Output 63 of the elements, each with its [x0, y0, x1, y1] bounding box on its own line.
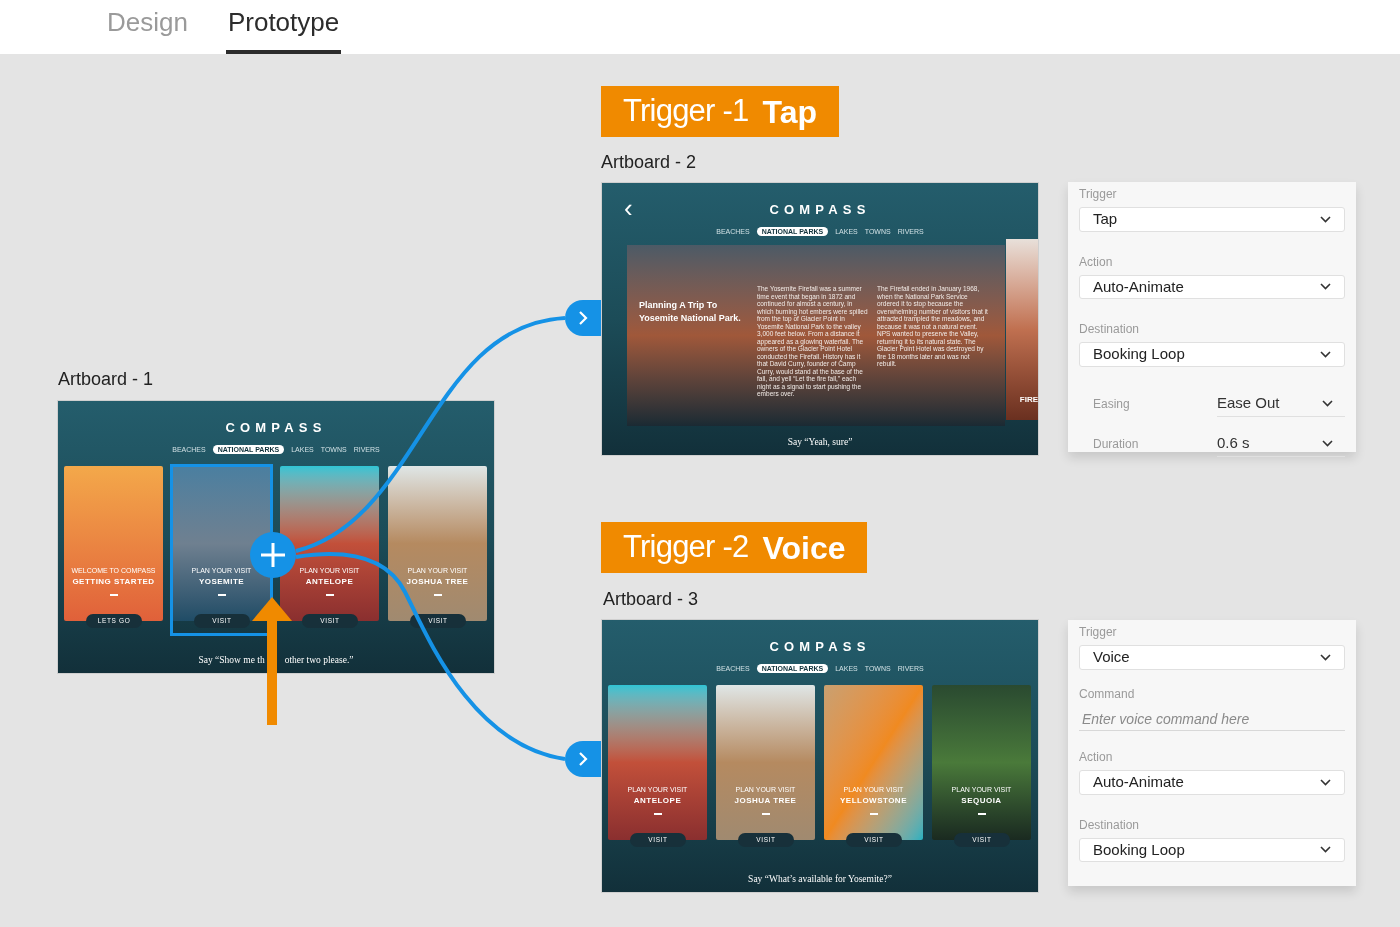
dash-mark: [761, 813, 770, 815]
dropdown[interactable]: Ease Out: [1217, 390, 1345, 417]
dropdown[interactable]: Auto-Animate: [1079, 274, 1345, 299]
card-title: ANTELOPE: [305, 578, 354, 586]
dropdown[interactable]: 0.6 s: [1217, 430, 1345, 457]
voice-prompt: other two please.”: [284, 653, 354, 667]
voice-prompt: Say “What’s available for Yosemite?”: [748, 872, 892, 886]
chevron-down-icon: [1320, 283, 1331, 291]
dropdown[interactable]: Auto-Animate: [1079, 770, 1345, 795]
app-title: COMPASS: [769, 203, 871, 216]
field-label: Action: [1079, 255, 1114, 268]
artboard[interactable]: [57, 400, 495, 674]
tab[interactable]: Prototype: [225, 3, 342, 54]
chevron-down-icon: [1320, 778, 1331, 786]
chevron-down-icon: [1322, 399, 1333, 407]
article-heading: Planning A Trip To Yosemite National Park.: [639, 299, 742, 325]
chevron-down-icon: [1320, 215, 1331, 223]
card-title: SEQUOIA: [961, 797, 1002, 805]
trigger-type: Voice: [762, 528, 846, 568]
artboard-label: Artboard - 2: [601, 151, 697, 174]
artboard[interactable]: [601, 619, 1039, 893]
field-label: Trigger: [1079, 626, 1118, 638]
card-title: FIRE: [1019, 396, 1038, 404]
field-label: Destination: [1079, 818, 1141, 831]
chevron-down-icon: [1320, 350, 1331, 358]
dropdown[interactable]: Booking Loop: [1079, 837, 1345, 862]
card-title: GETTING STARTED: [72, 578, 155, 586]
trigger-name: Trigger -2: [623, 528, 749, 567]
dash-mark: [109, 594, 118, 596]
trigger-name: Trigger -1: [623, 92, 749, 131]
app-title: COMPASS: [225, 421, 327, 434]
dash-mark: [325, 594, 334, 596]
field-label: Trigger: [1079, 188, 1118, 200]
dash-mark: [869, 813, 878, 815]
app-title: COMPASS: [769, 640, 871, 653]
field-label: Command: [1079, 687, 1136, 700]
field-label: Duration: [1093, 435, 1140, 453]
chevron-down-icon: [1320, 653, 1331, 661]
field-label: Easing: [1093, 395, 1131, 413]
card-title: JOSHUA TREE: [734, 797, 797, 805]
card-title: JOSHUA TREE: [406, 578, 469, 586]
dropdown[interactable]: Voice: [1079, 645, 1345, 670]
dash-mark: [433, 594, 442, 596]
chevron-down-icon: [1322, 439, 1333, 447]
card-title: YOSEMITE: [198, 578, 245, 586]
card-title: YELLOWSTONE: [840, 797, 907, 805]
voice-prompt: Say “Yeah, sure”: [787, 435, 853, 449]
voice-prompt: Say “Show me th: [198, 653, 265, 667]
card-title: ANTELOPE: [633, 797, 682, 805]
artboard-label: Artboard - 1: [58, 368, 154, 391]
back-icon[interactable]: ‹: [624, 195, 633, 221]
artboard-label: Artboard - 3: [603, 588, 699, 611]
trigger-type: Tap: [762, 92, 817, 132]
field-label: Action: [1079, 751, 1114, 763]
dash-mark: [977, 813, 986, 815]
field-label: Destination: [1079, 323, 1141, 335]
chevron-down-icon: [1320, 846, 1331, 854]
dash-mark: [653, 813, 662, 815]
artboard[interactable]: [601, 182, 1039, 456]
text-field[interactable]: Enter voice command here: [1079, 708, 1345, 731]
dash-mark: [217, 594, 226, 596]
dropdown[interactable]: Tap: [1079, 207, 1345, 232]
dropdown[interactable]: Booking Loop: [1079, 342, 1345, 367]
